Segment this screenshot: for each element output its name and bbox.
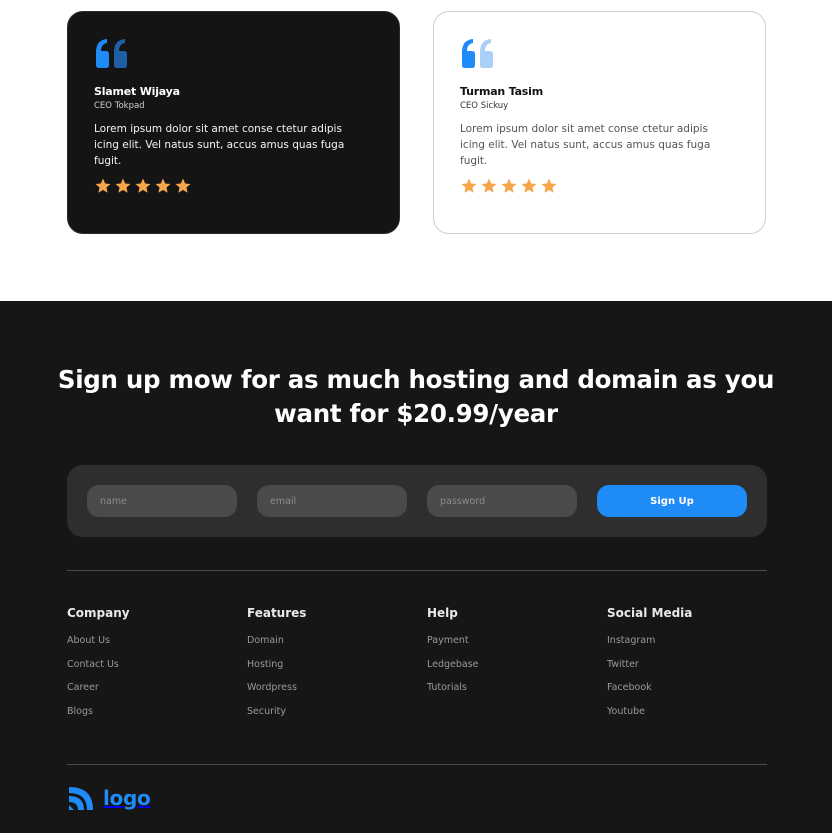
footer-column-features: Features Domain Hosting Wordpress Securi… — [247, 606, 306, 728]
footer-link-youtube[interactable]: Youtube — [607, 705, 692, 718]
footer-column-title: Help — [427, 606, 458, 620]
testimonial-author: Slamet Wijaya — [94, 85, 180, 98]
testimonial-text: Lorem ipsum dolor sit amet conse ctetur … — [460, 123, 711, 167]
signup-form: Sign Up — [67, 465, 767, 537]
footer-section: Sign up mow for as much hosting and doma… — [0, 301, 832, 833]
footer-link-payment[interactable]: Payment — [427, 634, 479, 647]
logo-mark-icon — [69, 787, 93, 810]
star-icon — [175, 178, 191, 193]
name-input[interactable] — [87, 485, 237, 517]
footer-column-title: Company — [67, 606, 130, 620]
star-icon — [135, 178, 151, 193]
footer-link-wordpress[interactable]: Wordpress — [247, 681, 306, 694]
star-icon — [521, 178, 537, 193]
footer-link-domain[interactable]: Domain — [247, 634, 306, 647]
brand-logo[interactable]: logo — [67, 785, 151, 811]
password-input[interactable] — [427, 485, 577, 517]
footer-link-career[interactable]: Career — [67, 681, 130, 694]
testimonial-role: CEO Tokpad — [94, 101, 145, 111]
divider — [67, 570, 767, 571]
footer-link-instagram[interactable]: Instagram — [607, 634, 692, 647]
footer-link-tutorials[interactable]: Tutorials — [427, 681, 479, 694]
signup-headline: Sign up mow for as much hosting and doma… — [57, 365, 775, 428]
star-icon — [95, 178, 111, 193]
footer-link-security[interactable]: Security — [247, 705, 306, 718]
star-icon — [501, 178, 517, 193]
footer-column-title: Social Media — [607, 606, 693, 620]
footer-link-blogs[interactable]: Blogs — [67, 705, 130, 718]
footer-link-about-us[interactable]: About Us — [67, 634, 130, 647]
footer-column-company: Company About Us Contact Us Career Blogs — [67, 606, 130, 728]
testimonials-section: Slamet Wijaya CEO Tokpad Lorem ipsum dol… — [0, 0, 832, 301]
footer-column-social-media: Social Media Instagram Twitter Facebook … — [607, 606, 692, 728]
footer-column-title: Features — [247, 606, 307, 620]
footer-link-twitter[interactable]: Twitter — [607, 658, 692, 671]
quote-icon — [462, 39, 493, 68]
email-input[interactable] — [257, 485, 407, 517]
footer-column-help: Help Payment Ledgebase Tutorials — [427, 606, 479, 705]
quote-icon — [96, 39, 127, 68]
testimonial-card: Turman Tasim CEO Sickuy Lorem ipsum dolo… — [433, 11, 766, 234]
sign-up-button[interactable]: Sign Up — [597, 485, 747, 517]
star-rating — [460, 177, 739, 195]
testimonial-card: Slamet Wijaya CEO Tokpad Lorem ipsum dol… — [67, 11, 400, 234]
star-icon — [541, 178, 557, 193]
divider — [67, 764, 767, 765]
footer-link-ledgebase[interactable]: Ledgebase — [427, 658, 479, 671]
star-icon — [115, 178, 131, 193]
logo-text: logo — [103, 786, 151, 810]
star-icon — [461, 178, 477, 193]
star-rating — [94, 177, 373, 195]
footer-link-facebook[interactable]: Facebook — [607, 681, 692, 694]
footer-link-hosting[interactable]: Hosting — [247, 658, 306, 671]
testimonial-author: Turman Tasim — [460, 85, 543, 98]
star-icon — [481, 178, 497, 193]
testimonial-text: Lorem ipsum dolor sit amet conse ctetur … — [94, 123, 345, 167]
testimonial-role: CEO Sickuy — [460, 101, 509, 111]
footer-link-contact-us[interactable]: Contact Us — [67, 658, 130, 671]
star-icon — [155, 178, 171, 193]
